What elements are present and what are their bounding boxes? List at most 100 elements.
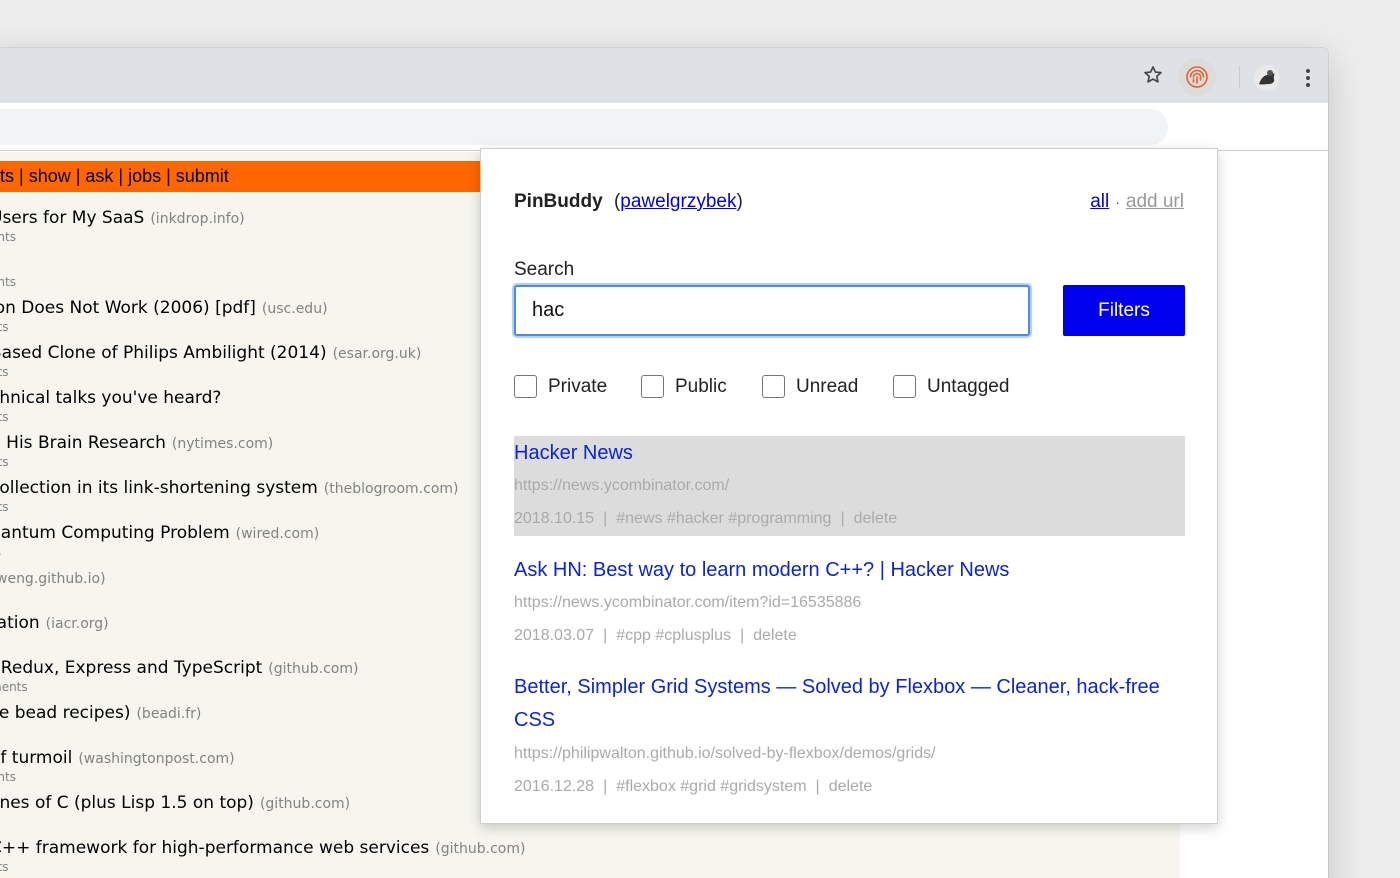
brand-name: PinBuddy xyxy=(514,191,603,212)
search-input[interactable] xyxy=(514,285,1030,336)
checkbox-label: Public xyxy=(675,375,727,397)
result-delete-link[interactable]: delete xyxy=(753,627,797,644)
close-paren: ) xyxy=(736,191,743,212)
hn-story-title[interactable]: collection in its link-shortening system xyxy=(0,478,318,498)
checkbox-box[interactable] xyxy=(641,375,664,398)
hn-story-title[interactable]: C++ framework for high-performance web s… xyxy=(0,838,429,858)
checkbox-untagged[interactable]: Untagged xyxy=(893,375,1009,398)
result-date: 2016.12.28 xyxy=(514,778,595,795)
checkbox-unread[interactable]: Unread xyxy=(762,375,858,398)
more-menu-icon[interactable] xyxy=(1298,63,1318,93)
hn-story-subtext[interactable]: ts xyxy=(0,545,1,559)
result-item[interactable]: Better, Simpler Grid Systems — Solved by… xyxy=(514,670,1185,804)
result-tags[interactable]: #cpp #cplusplus xyxy=(616,627,731,644)
hn-story-title[interactable]: chnical talks you've heard? xyxy=(0,388,221,408)
hn-story-row: uantum Computing Problem (wired.com) xyxy=(0,523,319,543)
checkbox-public[interactable]: Public xyxy=(641,375,727,398)
pinbuddy-popup: PinBuddy (pawelgrzybek) all · add url Sear… xyxy=(480,148,1218,824)
hn-story-site[interactable]: (wired.com) xyxy=(236,526,320,542)
meta-pipe: | xyxy=(739,627,745,644)
popup-nav: all · add url xyxy=(1090,191,1184,213)
hn-story-site[interactable]: (iacr.org) xyxy=(46,616,109,632)
checkbox-box[interactable] xyxy=(893,375,916,398)
hn-story-site[interactable]: (github.com) xyxy=(260,796,350,812)
checkbox-box[interactable] xyxy=(762,375,785,398)
result-item[interactable]: Ask HN: Best way to learn modern C++? | … xyxy=(514,553,1185,653)
result-url: https://news.ycombinator.com/ xyxy=(514,477,730,494)
result-meta: 2018.03.07 | #cpp #cplusplus | delete xyxy=(514,627,797,645)
add-url-link[interactable]: add url xyxy=(1126,191,1184,212)
hn-story-title[interactable]: of turmoil xyxy=(0,748,72,768)
hn-story-row: lines of C (plus Lisp 1.5 on top) (github… xyxy=(0,793,350,813)
hn-story-row: collection in its link-shortening system… xyxy=(0,478,459,498)
pinbuddy-extension-icon[interactable] xyxy=(1178,58,1216,96)
hn-story-subtext[interactable]: ents xyxy=(0,770,16,784)
hn-story-site[interactable]: (github.com) xyxy=(268,661,358,677)
hn-story-row: Users for My SaaS (inkdrop.info) xyxy=(0,208,245,228)
checkbox-label: Untagged xyxy=(927,375,1010,397)
filters-button[interactable]: Filters xyxy=(1063,285,1185,336)
browser-toolbar xyxy=(0,103,1328,151)
hn-story-site[interactable]: (washingtonpost.com) xyxy=(78,751,234,767)
toolbar-separator xyxy=(1239,66,1240,88)
hn-story-subtext[interactable]: nts xyxy=(0,410,9,424)
hn-story-site[interactable]: weng.github.io) xyxy=(0,571,106,587)
hn-story-subtext[interactable]: ents xyxy=(0,275,16,289)
result-title-link[interactable]: Hacker News xyxy=(514,437,633,470)
result-date: 2018.03.07 xyxy=(514,627,595,644)
profile-avatar-icon[interactable] xyxy=(1252,63,1282,93)
hn-story-site[interactable]: (theblogroom.com) xyxy=(324,481,459,497)
hn-story-subtext[interactable]: nts xyxy=(0,365,9,379)
hn-story-site[interactable]: (beadi.fr) xyxy=(136,706,201,722)
hn-story-title[interactable]: tation xyxy=(0,613,40,633)
hn-story-title[interactable]: lines of C (plus Lisp 1.5 on top) xyxy=(0,793,254,813)
hn-story-subtext[interactable]: nts xyxy=(0,320,9,334)
result-tags[interactable]: #news #hacker #programming xyxy=(616,510,831,527)
hn-story-subtext[interactable]: ents xyxy=(0,230,16,244)
meta-pipe: | xyxy=(603,778,608,795)
hn-story-title[interactable]: ion Does Not Work (2006) [pdf] xyxy=(0,298,256,318)
address-bar[interactable] xyxy=(0,109,1168,145)
hn-story-row: C++ framework for high-performance web s… xyxy=(0,838,525,858)
checkbox-private[interactable]: Private xyxy=(514,375,607,398)
result-url: https://philipwalton.github.io/solved-by… xyxy=(514,745,936,762)
meta-pipe: | xyxy=(603,627,608,644)
hn-story-site[interactable]: (nytimes.com) xyxy=(172,436,273,452)
all-link[interactable]: all xyxy=(1090,191,1109,212)
search-label: Search xyxy=(514,259,575,280)
hn-story-site[interactable]: (usc.edu) xyxy=(262,301,328,317)
hn-story-subtext[interactable]: nts xyxy=(0,860,9,874)
result-title-link[interactable]: Better, Simpler Grid Systems — Solved by… xyxy=(514,671,1174,737)
hn-story-row: , Redux, Express and TypeScript (github.c… xyxy=(0,658,358,678)
result-title-link[interactable]: Ask HN: Best way to learn modern C++? | … xyxy=(514,554,1009,587)
hn-story-site[interactable]: (inkdrop.info) xyxy=(150,211,244,227)
checkbox-label: Private xyxy=(548,375,608,397)
hn-story-site[interactable]: (github.com) xyxy=(435,841,525,857)
hn-story-row: weng.github.io) xyxy=(0,568,106,588)
hn-story-title[interactable]: n His Brain Research xyxy=(0,433,166,453)
hn-story-row: ion Does Not Work (2006) [pdf] (usc.edu) xyxy=(0,298,328,318)
hn-story-subtext[interactable]: nts xyxy=(0,500,9,514)
username-link[interactable]: pawelgrzybek xyxy=(620,191,736,212)
hn-story-title[interactable]: uantum Computing Problem xyxy=(0,523,230,543)
hn-story-site[interactable]: (esar.org.uk) xyxy=(333,346,422,362)
hn-story-row: se bead recipes) (beadi.fr) xyxy=(0,703,201,723)
star-icon[interactable] xyxy=(1140,62,1166,88)
hn-story-subtext[interactable]: ments xyxy=(0,680,28,694)
hn-story-title[interactable]: se bead recipes) xyxy=(0,703,130,723)
checkbox-box[interactable] xyxy=(514,375,537,398)
result-item[interactable]: Hacker News https://news.ycombinator.com… xyxy=(514,436,1185,536)
hn-story-title[interactable]: Based Clone of Philips Ambilight (2014) xyxy=(0,343,327,363)
hn-story-subtext[interactable]: nts xyxy=(0,455,9,469)
result-meta: 2016.12.28 | #flexbox #grid #gridsystem | de… xyxy=(514,778,872,796)
hn-story-row: Based Clone of Philips Ambilight (2014) (… xyxy=(0,343,421,363)
result-date: 2018.10.15 xyxy=(514,510,595,527)
result-delete-link[interactable]: delete xyxy=(829,778,873,795)
hn-story-title[interactable]: , Redux, Express and TypeScript xyxy=(0,658,262,678)
result-delete-link[interactable]: delete xyxy=(854,510,898,527)
hn-story-row: chnical talks you've heard? xyxy=(0,388,227,408)
hn-nav-links[interactable]: nts | show | ask | jobs | submit xyxy=(0,166,229,186)
result-tags[interactable]: #flexbox #grid #gridsystem xyxy=(616,778,806,795)
hn-story-title[interactable]: Users for My SaaS xyxy=(0,208,144,228)
hn-story-row: tation (iacr.org) xyxy=(0,613,109,633)
